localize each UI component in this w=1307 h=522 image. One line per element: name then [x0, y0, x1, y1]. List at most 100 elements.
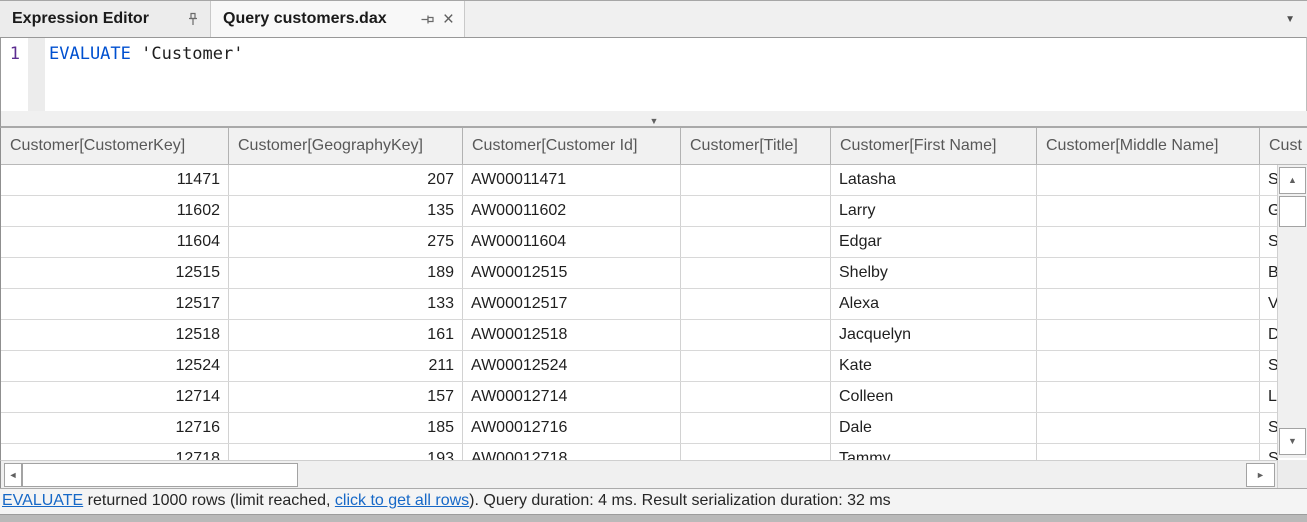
table-cell[interactable]: [1037, 227, 1260, 257]
vertical-scrollbar[interactable]: ▲ ▼: [1277, 165, 1307, 458]
table-cell[interactable]: [681, 320, 831, 350]
table-row[interactable]: 12524211AW00012524KateS: [1, 351, 1307, 382]
table-cell[interactable]: 11471: [1, 165, 229, 195]
table-cell[interactable]: Kate: [831, 351, 1037, 381]
table-cell[interactable]: AW00012524: [463, 351, 681, 381]
status-evaluate-link[interactable]: EVALUATE: [2, 492, 83, 509]
editor-results-splitter[interactable]: ▼: [0, 111, 1307, 128]
scroll-right-icon[interactable]: ►: [1246, 463, 1275, 487]
table-cell[interactable]: AW00012714: [463, 382, 681, 412]
tab-query-customers-dax[interactable]: Query customers.dax ×: [211, 1, 465, 37]
scroll-up-icon[interactable]: ▲: [1279, 167, 1306, 194]
column-header-2[interactable]: Customer[Customer Id]: [463, 128, 681, 164]
table-cell[interactable]: [1037, 196, 1260, 226]
grid-header: Customer[CustomerKey]Customer[GeographyK…: [1, 128, 1307, 165]
table-cell[interactable]: [681, 413, 831, 443]
column-header-0[interactable]: Customer[CustomerKey]: [1, 128, 229, 164]
column-header-3[interactable]: Customer[Title]: [681, 128, 831, 164]
table-cell[interactable]: 12518: [1, 320, 229, 350]
table-cell[interactable]: [681, 196, 831, 226]
table-row[interactable]: 12716185AW00012716DaleS: [1, 413, 1307, 444]
table-cell[interactable]: 133: [229, 289, 463, 319]
table-cell[interactable]: 193: [229, 444, 463, 460]
status-text: ). Query duration: 4 ms. Result serializ…: [469, 492, 891, 509]
table-cell[interactable]: Edgar: [831, 227, 1037, 257]
table-cell[interactable]: [1037, 258, 1260, 288]
table-cell[interactable]: Jacquelyn: [831, 320, 1037, 350]
column-header-4[interactable]: Customer[First Name]: [831, 128, 1037, 164]
column-header-1[interactable]: Customer[GeographyKey]: [229, 128, 463, 164]
pin-icon[interactable]: [186, 12, 200, 27]
table-row[interactable]: 11604275AW00011604EdgarS: [1, 227, 1307, 258]
close-icon[interactable]: ×: [443, 12, 454, 27]
table-cell[interactable]: Shelby: [831, 258, 1037, 288]
table-cell[interactable]: Colleen: [831, 382, 1037, 412]
vertical-scroll-thumb[interactable]: [1279, 196, 1306, 227]
table-cell[interactable]: 135: [229, 196, 463, 226]
table-cell[interactable]: AW00012515: [463, 258, 681, 288]
table-row[interactable]: 12714157AW00012714ColleenL: [1, 382, 1307, 413]
table-cell[interactable]: Alexa: [831, 289, 1037, 319]
table-row[interactable]: 11602135AW00011602LarryG: [1, 196, 1307, 227]
table-cell[interactable]: AW00012518: [463, 320, 681, 350]
table-cell[interactable]: [1037, 413, 1260, 443]
table-cell[interactable]: [1037, 351, 1260, 381]
tab-expression-editor[interactable]: Expression Editor: [0, 1, 211, 37]
table-cell[interactable]: Tammy: [831, 444, 1037, 460]
table-cell[interactable]: Latasha: [831, 165, 1037, 195]
pin-icon[interactable]: [420, 12, 434, 27]
horizontal-scrollbar[interactable]: ◄ ►: [0, 460, 1277, 488]
table-cell[interactable]: [681, 258, 831, 288]
table-row[interactable]: 11471207AW00011471LatashaS: [1, 165, 1307, 196]
tab-overflow-caret-icon[interactable]: ▼: [1285, 14, 1295, 25]
table-cell[interactable]: 211: [229, 351, 463, 381]
table-cell[interactable]: 12718: [1, 444, 229, 460]
scroll-left-icon[interactable]: ◄: [4, 463, 22, 487]
table-cell[interactable]: 11604: [1, 227, 229, 257]
table-cell[interactable]: AW00012718: [463, 444, 681, 460]
table-cell[interactable]: 12714: [1, 382, 229, 412]
table-cell[interactable]: AW00012716: [463, 413, 681, 443]
table-cell[interactable]: [1037, 320, 1260, 350]
table-cell[interactable]: Dale: [831, 413, 1037, 443]
table-cell[interactable]: [1037, 444, 1260, 460]
table-row[interactable]: 12518161AW00012518JacquelynD: [1, 320, 1307, 351]
table-cell[interactable]: [681, 227, 831, 257]
scroll-down-icon[interactable]: ▼: [1279, 428, 1306, 455]
horizontal-scroll-thumb[interactable]: [22, 463, 298, 487]
table-cell[interactable]: AW00012517: [463, 289, 681, 319]
table-cell[interactable]: [681, 444, 831, 460]
table-cell[interactable]: Larry: [831, 196, 1037, 226]
table-cell[interactable]: 275: [229, 227, 463, 257]
table-cell[interactable]: 12515: [1, 258, 229, 288]
table-cell[interactable]: [1037, 382, 1260, 412]
tab-label: Query customers.dax: [223, 10, 412, 28]
table-cell[interactable]: [681, 382, 831, 412]
table-cell[interactable]: 12524: [1, 351, 229, 381]
table-cell[interactable]: AW00011604: [463, 227, 681, 257]
table-cell[interactable]: [681, 351, 831, 381]
table-cell[interactable]: 161: [229, 320, 463, 350]
table-row[interactable]: 12517133AW00012517AlexaV: [1, 289, 1307, 320]
table-cell[interactable]: 207: [229, 165, 463, 195]
splitter-collapse-icon[interactable]: ▼: [650, 116, 659, 126]
column-header-6[interactable]: Cust: [1260, 128, 1307, 164]
table-cell[interactable]: 157: [229, 382, 463, 412]
code-line[interactable]: EVALUATE 'Customer': [45, 38, 1306, 111]
column-header-5[interactable]: Customer[Middle Name]: [1037, 128, 1260, 164]
table-cell[interactable]: [1037, 165, 1260, 195]
table-cell[interactable]: 189: [229, 258, 463, 288]
table-cell[interactable]: [1037, 289, 1260, 319]
dax-code-editor[interactable]: 1 EVALUATE 'Customer': [0, 37, 1307, 111]
get-all-rows-link[interactable]: click to get all rows: [335, 492, 469, 509]
table-row[interactable]: 12515189AW00012515ShelbyB: [1, 258, 1307, 289]
table-cell[interactable]: [681, 165, 831, 195]
table-cell[interactable]: 12517: [1, 289, 229, 319]
table-cell[interactable]: 185: [229, 413, 463, 443]
table-cell[interactable]: 11602: [1, 196, 229, 226]
table-cell[interactable]: AW00011471: [463, 165, 681, 195]
table-row[interactable]: 12718193AW00012718TammyS: [1, 444, 1307, 460]
table-cell[interactable]: AW00011602: [463, 196, 681, 226]
table-cell[interactable]: [681, 289, 831, 319]
table-cell[interactable]: 12716: [1, 413, 229, 443]
